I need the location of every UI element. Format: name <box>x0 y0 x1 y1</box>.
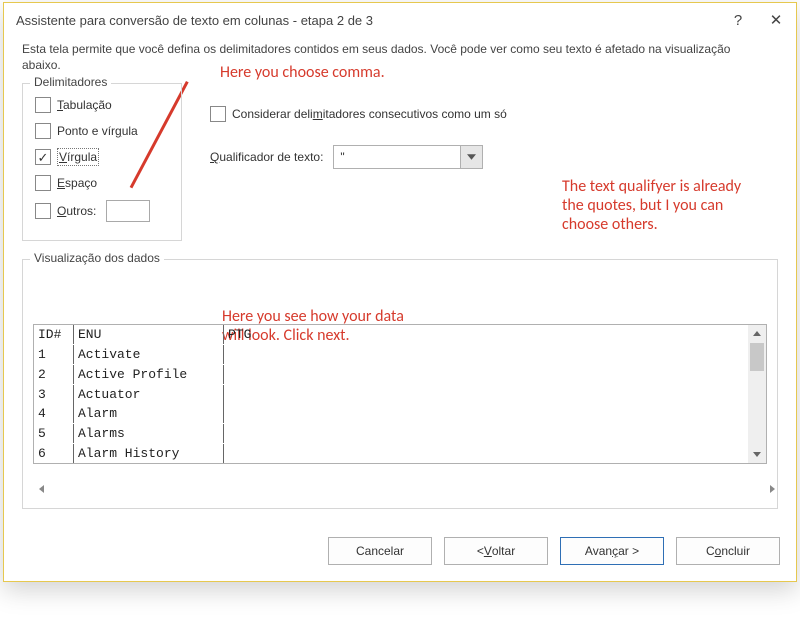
next-button[interactable]: Avançar > <box>560 537 664 565</box>
preview-cell: Alarm History <box>74 444 224 463</box>
delimiters-row: Delimitadores Tabulação Ponto e vírgula … <box>22 83 778 241</box>
preview-cell <box>224 424 744 443</box>
cancel-button[interactable]: Cancelar <box>328 537 432 565</box>
delimiter-space-checkbox[interactable]: Espaço <box>35 174 171 192</box>
text-qualifier-combobox[interactable]: " <box>333 145 483 169</box>
delimiters-legend: Delimitadores <box>30 75 111 89</box>
checkbox-label: Ponto e vírgula <box>57 122 138 140</box>
preview-cell: Alarm <box>74 404 224 423</box>
preview-cell: 3 <box>34 385 74 404</box>
text-to-columns-wizard-dialog: Assistente para conversão de texto em co… <box>3 2 797 582</box>
preview-cell <box>224 365 744 384</box>
checkbox-label: Tabulação <box>57 96 112 114</box>
scrollbar-thumb[interactable] <box>750 343 764 371</box>
preview-cell <box>224 345 744 364</box>
titlebar: Assistente para conversão de texto em co… <box>4 3 796 35</box>
checkbox-box <box>210 106 226 122</box>
preview-grid: ID# ENU PTG 1 Activate 2 Active Profile … <box>34 325 748 463</box>
preview-cell <box>224 385 744 404</box>
preview-cell: ID# <box>34 325 74 344</box>
preview-viewport: ID# ENU PTG 1 Activate 2 Active Profile … <box>34 325 748 463</box>
delimiter-options: Considerar delimitadores consecutivos co… <box>202 83 582 169</box>
checkbox-box <box>35 123 51 139</box>
preview-cell <box>224 404 744 423</box>
wizard-button-bar: Cancelar < Voltar Avançar > Concluir <box>4 523 796 581</box>
preview-cell: 1 <box>34 345 74 364</box>
checkbox-box <box>35 97 51 113</box>
help-button[interactable]: ? <box>728 12 748 29</box>
checkbox-box <box>35 175 51 191</box>
consecutive-delimiters-checkbox[interactable]: Considerar delimitadores consecutivos co… <box>210 105 582 123</box>
data-preview-legend: Visualização dos dados <box>30 251 164 265</box>
text-qualifier-label: Qualificador de texto: <box>210 150 323 164</box>
description-text: Esta tela permite que você defina os del… <box>22 41 772 73</box>
scroll-right-icon[interactable] <box>763 480 781 498</box>
preview-cell: ENU <box>74 325 224 344</box>
delimiters-group: Delimitadores Tabulação Ponto e vírgula … <box>22 83 182 241</box>
window-controls: ? ✕ <box>728 11 786 29</box>
preview-cell: 2 <box>34 365 74 384</box>
checkbox-label: Vírgula <box>57 148 99 166</box>
scroll-down-icon[interactable] <box>749 445 765 463</box>
preview-cell: PTG <box>224 325 744 344</box>
delimiter-comma-checkbox[interactable]: Vírgula <box>35 148 171 166</box>
horizontal-scrollbar-row <box>33 464 781 482</box>
chevron-down-icon[interactable] <box>460 146 482 168</box>
close-button[interactable]: ✕ <box>766 11 786 29</box>
preview-cell: Activate <box>74 345 224 364</box>
scroll-left-icon[interactable] <box>33 480 51 498</box>
preview-cell: 4 <box>34 404 74 423</box>
delimiter-semicolon-checkbox[interactable]: Ponto e vírgula <box>35 122 171 140</box>
preview-cell <box>224 444 744 463</box>
vertical-scrollbar[interactable] <box>748 325 766 463</box>
checkbox-label: Outros: <box>57 202 96 220</box>
dialog-title: Assistente para conversão de texto em co… <box>16 13 728 28</box>
preview-cell: 6 <box>34 444 74 463</box>
scroll-up-icon[interactable] <box>749 325 765 343</box>
data-preview: ID# ENU PTG 1 Activate 2 Active Profile … <box>33 324 767 464</box>
delimiter-tab-checkbox[interactable]: Tabulação <box>35 96 171 114</box>
preview-cell: Active Profile <box>74 365 224 384</box>
delimiter-other-input[interactable] <box>106 200 150 222</box>
scrollbar-track[interactable] <box>749 343 765 445</box>
preview-cell: Actuator <box>74 385 224 404</box>
data-preview-group: Visualização dos dados ID# ENU PTG 1 Act… <box>22 259 778 509</box>
dialog-body: Esta tela permite que você defina os del… <box>4 35 796 523</box>
combobox-value: " <box>334 146 460 168</box>
checkbox-label: Espaço <box>57 174 97 192</box>
checkbox-box <box>35 203 51 219</box>
checkbox-label: Considerar delimitadores consecutivos co… <box>232 105 507 123</box>
finish-button[interactable]: Concluir <box>676 537 780 565</box>
delimiter-other-checkbox[interactable]: Outros: <box>35 200 171 222</box>
text-qualifier-row: Qualificador de texto: " <box>210 145 582 169</box>
preview-cell: 5 <box>34 424 74 443</box>
checkbox-box <box>35 149 51 165</box>
back-button[interactable]: < Voltar <box>444 537 548 565</box>
preview-cell: Alarms <box>74 424 224 443</box>
